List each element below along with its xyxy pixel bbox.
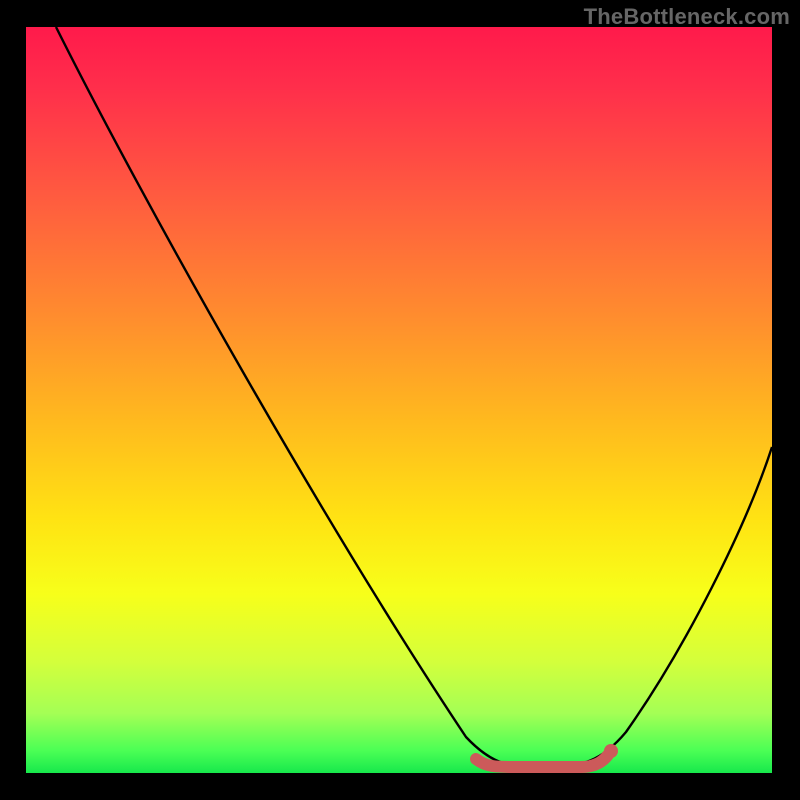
optimal-range-end-dot bbox=[604, 744, 618, 758]
curve-layer bbox=[26, 27, 772, 773]
bottleneck-curve-path bbox=[56, 27, 772, 767]
optimal-range-marker bbox=[476, 755, 608, 767]
chart-frame: TheBottleneck.com bbox=[0, 0, 800, 800]
plot-area bbox=[26, 27, 772, 773]
